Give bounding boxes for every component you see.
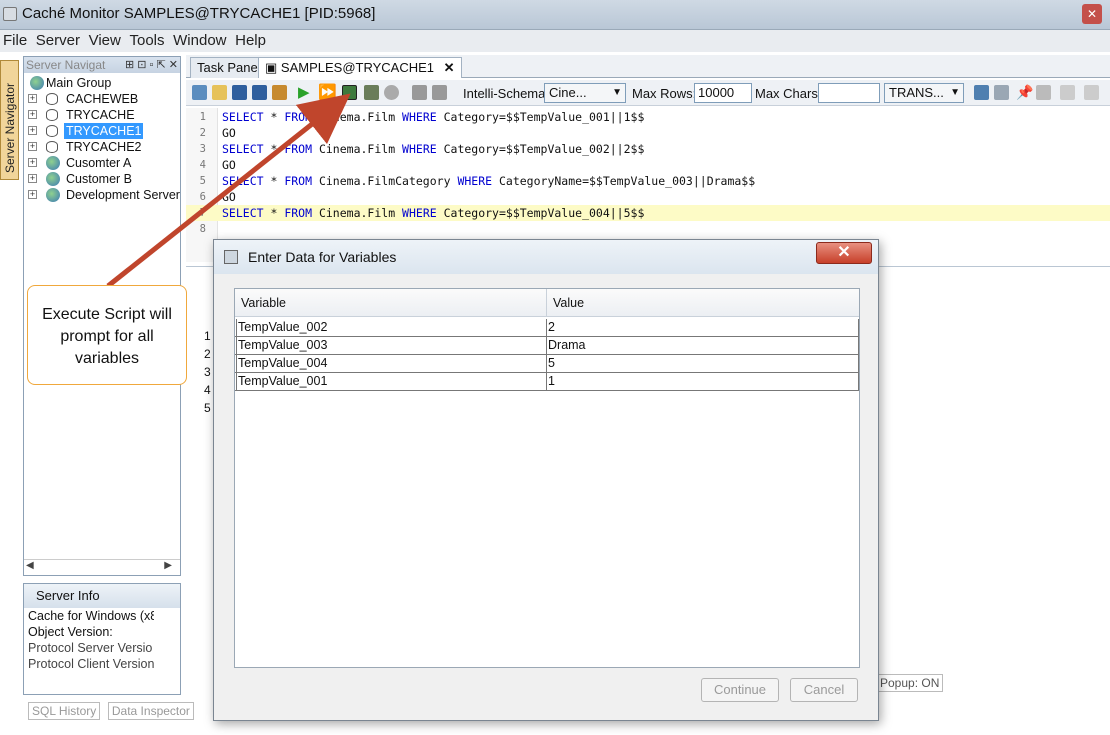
variables-grid-header: Variable Value xyxy=(235,289,859,317)
dialog-title: Enter Data for Variables xyxy=(248,249,397,265)
variable-value-cell[interactable]: 2 xyxy=(547,319,859,337)
variable-name-cell: TempValue_002 xyxy=(236,319,547,337)
variable-name-cell: TempValue_004 xyxy=(236,355,547,373)
variable-value-cell[interactable]: Drama xyxy=(547,337,859,355)
variables-grid: Variable Value TempValue_002 2 TempValue… xyxy=(234,288,860,668)
cancel-button[interactable]: Cancel xyxy=(790,678,858,702)
variable-value-cell[interactable]: 1 xyxy=(547,373,859,391)
continue-button[interactable]: Continue xyxy=(701,678,779,702)
dialog-app-icon xyxy=(224,250,238,264)
dialog-titlebar: Enter Data for Variables ✕ xyxy=(214,240,878,274)
variable-row[interactable]: TempValue_003 Drama xyxy=(235,337,859,355)
annotation-callout: Execute Script will prompt for all varia… xyxy=(27,285,187,385)
column-header-variable[interactable]: Variable xyxy=(241,296,286,310)
variable-row[interactable]: TempValue_004 5 xyxy=(235,355,859,373)
variable-value-cell[interactable]: 5 xyxy=(547,355,859,373)
variable-name-cell: TempValue_003 xyxy=(236,337,547,355)
variable-row[interactable]: TempValue_001 1 xyxy=(235,373,859,391)
enter-variables-dialog: Enter Data for Variables ✕ Variable Valu… xyxy=(213,239,879,721)
dialog-close-button[interactable]: ✕ xyxy=(816,242,872,264)
column-separator xyxy=(546,289,547,317)
column-header-value[interactable]: Value xyxy=(553,296,584,310)
variable-name-cell: TempValue_001 xyxy=(236,373,547,391)
variable-row[interactable]: TempValue_002 2 xyxy=(235,319,859,337)
